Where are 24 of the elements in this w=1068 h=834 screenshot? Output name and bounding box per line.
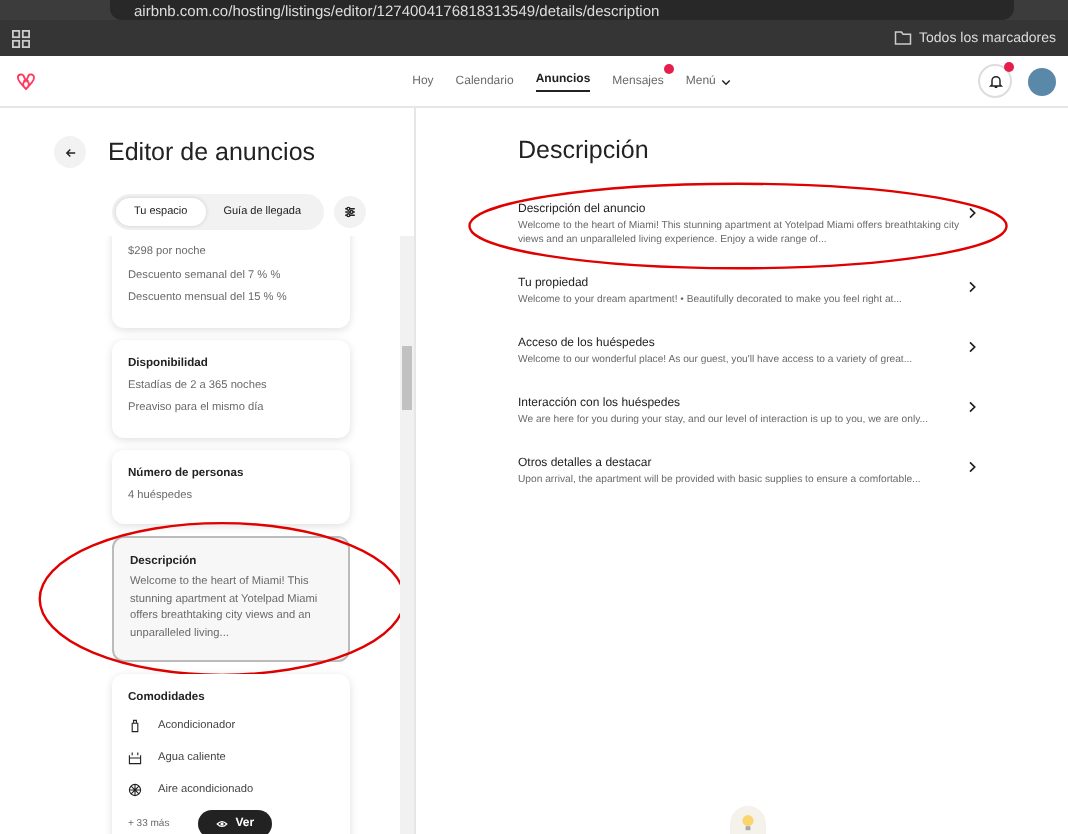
chevron-right-icon bbox=[968, 400, 976, 414]
eye-icon bbox=[215, 818, 228, 830]
page-title: Editor de anuncios bbox=[108, 138, 316, 166]
back-button[interactable] bbox=[54, 136, 86, 168]
bell-icon bbox=[987, 73, 1003, 89]
logo-icon[interactable] bbox=[14, 68, 38, 94]
caret-icon bbox=[719, 75, 732, 87]
section-title: Descripción bbox=[518, 136, 651, 164]
heater-icon bbox=[128, 749, 142, 765]
lightbulb-icon bbox=[739, 812, 755, 834]
filter-button[interactable] bbox=[333, 196, 366, 228]
chevron-right-icon bbox=[968, 280, 976, 294]
bottle-icon bbox=[128, 717, 142, 733]
back-arrow-icon bbox=[63, 145, 77, 159]
sliders-icon bbox=[341, 204, 358, 220]
apps-grid-icon[interactable] bbox=[12, 29, 30, 47]
chevron-right-icon bbox=[968, 460, 976, 474]
chevron-right-icon bbox=[968, 206, 976, 220]
chevron-right-icon bbox=[968, 340, 976, 354]
snowflake-icon bbox=[128, 781, 142, 797]
scrollbar[interactable] bbox=[400, 236, 414, 834]
avatar[interactable] bbox=[1028, 67, 1056, 95]
notifications-button[interactable] bbox=[978, 64, 1012, 98]
folder-icon bbox=[893, 30, 912, 46]
